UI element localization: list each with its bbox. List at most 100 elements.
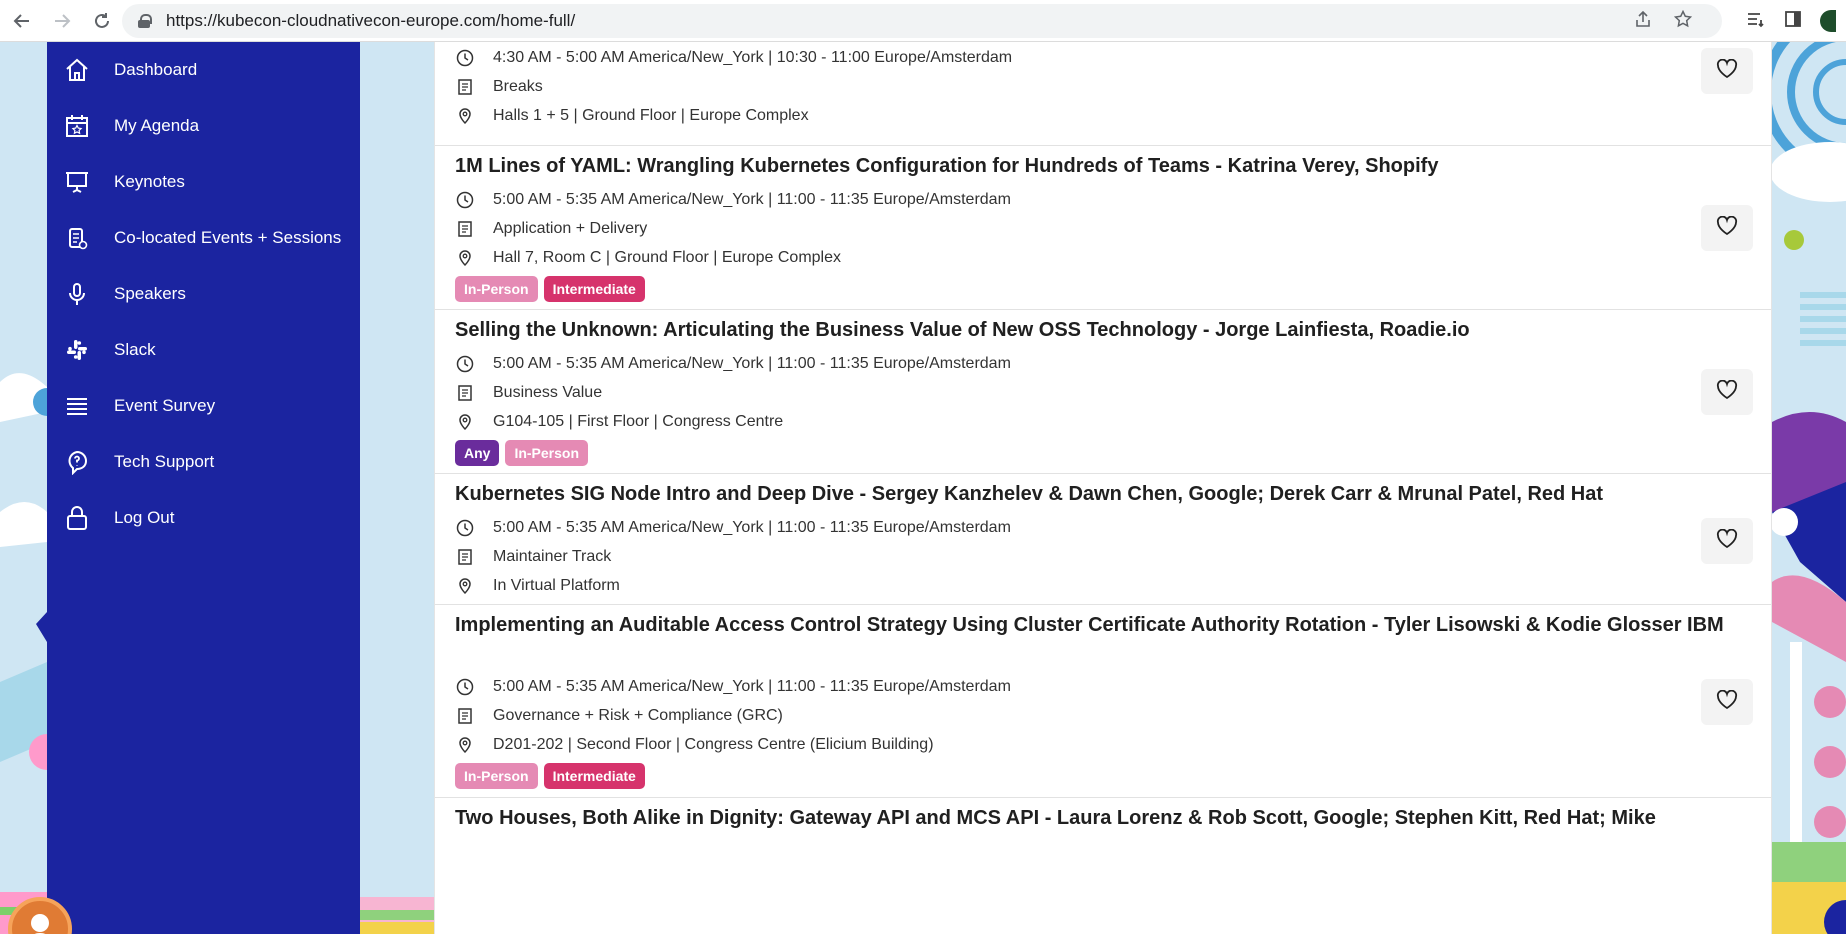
sidebar-item-keynotes[interactable]: Keynotes xyxy=(47,154,360,210)
side-panel-icon[interactable] xyxy=(1784,10,1802,33)
session-track-text: Governance + Risk + Compliance (GRC) xyxy=(493,707,783,724)
document-list-icon xyxy=(62,223,92,253)
profile-avatar[interactable] xyxy=(1820,10,1836,32)
heart-icon xyxy=(1716,528,1738,554)
session-tags: In-Person Intermediate xyxy=(455,763,645,789)
sidebar-item-label: Event Survey xyxy=(114,396,216,415)
chat-avatar-button[interactable] xyxy=(8,897,72,934)
session-time-text: 5:00 AM - 5:35 AM America/New_York | 11:… xyxy=(493,355,1011,372)
reading-list-icon[interactable] xyxy=(1746,10,1766,33)
sidebar-item-event-survey[interactable]: Event Survey xyxy=(47,378,360,434)
back-icon[interactable] xyxy=(2,0,42,42)
session-time-text: 5:00 AM - 5:35 AM America/New_York | 11:… xyxy=(493,519,1011,536)
clock-icon xyxy=(455,354,475,374)
session-time: 5:00 AM - 5:35 AM America/New_York | 11:… xyxy=(455,516,1011,540)
sidebar-item-speakers[interactable]: Speakers xyxy=(47,266,360,322)
session-card[interactable]: 4:30 AM - 5:00 AM America/New_York | 10:… xyxy=(435,42,1771,146)
address-bar[interactable]: https://kubecon-cloudnativecon-europe.co… xyxy=(122,4,1722,38)
clock-icon xyxy=(455,48,475,68)
session-card[interactable]: Two Houses, Both Alike in Dignity: Gatew… xyxy=(435,798,1771,934)
tag-in-person: In-Person xyxy=(455,276,538,302)
session-card[interactable]: Selling the Unknown: Articulating the Bu… xyxy=(435,310,1771,474)
heart-icon xyxy=(1716,215,1738,241)
map-pin-icon xyxy=(455,248,475,268)
reload-icon[interactable] xyxy=(82,0,122,42)
session-location: Hall 7, Room C | Ground Floor | Europe C… xyxy=(455,246,841,270)
session-track: Application + Delivery xyxy=(455,217,647,241)
session-time-text: 4:30 AM - 5:00 AM America/New_York | 10:… xyxy=(493,49,1013,66)
favorite-button[interactable] xyxy=(1701,205,1753,251)
session-track-text: Business Value xyxy=(493,384,603,401)
heart-icon xyxy=(1716,689,1738,715)
book-icon xyxy=(455,77,475,97)
map-pin-icon xyxy=(455,106,475,126)
session-location-text: D201-202 | Second Floor | Congress Centr… xyxy=(493,736,934,753)
sidebar-item-label: Co-located Events + Sessions xyxy=(114,228,342,247)
favorite-button[interactable] xyxy=(1701,679,1753,725)
share-icon[interactable] xyxy=(1634,10,1652,33)
tag-any: Any xyxy=(455,440,500,466)
sidebar-item-log-out[interactable]: Log Out xyxy=(47,490,360,546)
session-location-text: In Virtual Platform xyxy=(493,577,620,594)
session-location-text: Hall 7, Room C | Ground Floor | Europe C… xyxy=(493,249,842,266)
heart-icon xyxy=(1716,58,1738,84)
session-location: G104-105 | First Floor | Congress Centre xyxy=(455,410,783,434)
session-location-text: G104-105 | First Floor | Congress Centre xyxy=(493,413,784,430)
session-list: 4:30 AM - 5:00 AM America/New_York | 10:… xyxy=(434,42,1772,934)
tag-in-person: In-Person xyxy=(455,763,538,789)
book-icon xyxy=(455,219,475,239)
sidebar-item-label: Keynotes xyxy=(114,172,185,191)
session-time: 5:00 AM - 5:35 AM America/New_York | 11:… xyxy=(455,352,1011,376)
session-location: In Virtual Platform xyxy=(455,574,620,598)
presentation-icon xyxy=(62,167,92,197)
favorite-button[interactable] xyxy=(1701,518,1753,564)
calendar-star-icon xyxy=(62,111,92,141)
url-text[interactable]: https://kubecon-cloudnativecon-europe.co… xyxy=(166,11,575,31)
sidebar-item-label: Speakers xyxy=(114,284,186,303)
session-title[interactable]: Two Houses, Both Alike in Dignity: Gatew… xyxy=(455,804,1725,833)
session-track: Governance + Risk + Compliance (GRC) xyxy=(455,704,783,728)
tag-in-person: In-Person xyxy=(505,440,589,466)
session-track-text: Breaks xyxy=(493,78,543,95)
session-track: Business Value xyxy=(455,381,602,405)
session-title[interactable]: Selling the Unknown: Articulating the Bu… xyxy=(455,316,1725,345)
session-location: Halls 1 + 5 | Ground Floor | Europe Comp… xyxy=(455,104,809,128)
support-chat-icon xyxy=(62,447,92,477)
session-track: Maintainer Track xyxy=(455,545,611,569)
sidebar-item-label: Dashboard xyxy=(114,60,198,79)
session-time-text: 5:00 AM - 5:35 AM America/New_York | 11:… xyxy=(493,191,1011,208)
tag-intermediate: Intermediate xyxy=(543,276,645,302)
sidebar-item-label: My Agenda xyxy=(114,116,200,135)
session-title[interactable]: Implementing an Auditable Access Control… xyxy=(455,611,1725,640)
microphone-icon xyxy=(62,279,92,309)
sidebar-item-my-agenda[interactable]: My Agenda xyxy=(47,98,360,154)
session-title[interactable]: 1M Lines of YAML: Wrangling Kubernetes C… xyxy=(455,152,1725,181)
bookmark-star-icon[interactable] xyxy=(1673,9,1693,33)
session-title[interactable]: Kubernetes SIG Node Intro and Deep Dive … xyxy=(455,480,1725,509)
favorite-button[interactable] xyxy=(1701,369,1753,415)
session-time: 4:30 AM - 5:00 AM America/New_York | 10:… xyxy=(455,46,1012,70)
session-card[interactable]: Implementing an Auditable Access Control… xyxy=(435,605,1771,798)
session-location: D201-202 | Second Floor | Congress Centr… xyxy=(455,733,934,757)
session-time-text: 5:00 AM - 5:35 AM America/New_York | 11:… xyxy=(493,678,1011,695)
browser-toolbar: https://kubecon-cloudnativecon-europe.co… xyxy=(0,0,1846,42)
session-card[interactable]: 1M Lines of YAML: Wrangling Kubernetes C… xyxy=(435,146,1771,310)
sidebar-item-slack[interactable]: Slack xyxy=(47,322,360,378)
session-location-text: Halls 1 + 5 | Ground Floor | Europe Comp… xyxy=(493,107,809,124)
sidebar-item-tech-support[interactable]: Tech Support xyxy=(47,434,360,490)
favorite-button[interactable] xyxy=(1701,48,1753,94)
sidebar-item-co-located-events[interactable]: Co-located Events + Sessions xyxy=(47,210,360,266)
session-card[interactable]: Kubernetes SIG Node Intro and Deep Dive … xyxy=(435,474,1771,605)
sidebar-item-label: Tech Support xyxy=(114,452,215,471)
sidebar-item-label: Log Out xyxy=(114,508,175,527)
map-pin-icon xyxy=(455,735,475,755)
menu-lines-icon xyxy=(62,391,92,421)
forward-icon[interactable] xyxy=(42,0,82,42)
session-time: 5:00 AM - 5:35 AM America/New_York | 11:… xyxy=(455,675,1011,699)
session-track-text: Maintainer Track xyxy=(493,548,612,565)
session-tags: Any In-Person xyxy=(455,440,589,466)
sidebar: Dashboard My Agenda Keynotes Co-located … xyxy=(47,42,360,934)
session-track: Breaks xyxy=(455,75,543,99)
clock-icon xyxy=(455,677,475,697)
sidebar-item-dashboard[interactable]: Dashboard xyxy=(47,42,360,98)
